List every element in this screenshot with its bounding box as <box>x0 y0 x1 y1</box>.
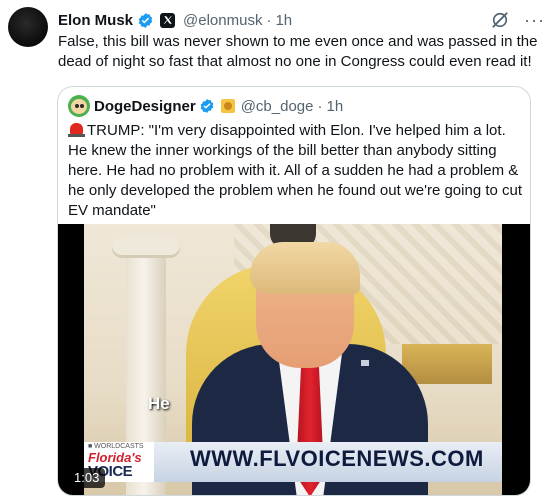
verified-icon <box>138 12 153 28</box>
quote-time[interactable]: 1h <box>326 98 343 115</box>
tweet-text: False, this bill was never shown to me e… <box>58 33 538 70</box>
column-capital <box>112 238 180 258</box>
author-avatar[interactable] <box>8 7 48 47</box>
banner-url: WWW.FLVOICENEWS.COM <box>190 446 484 471</box>
separator-dot: · <box>266 11 272 29</box>
separator-dot: · <box>317 97 323 115</box>
tweet-time[interactable]: 1h <box>275 12 292 29</box>
author-handle[interactable]: @elonmusk <box>183 12 262 29</box>
x-affiliate-icon[interactable] <box>160 12 176 28</box>
speaker-hair <box>250 242 360 294</box>
doge-badge-icon[interactable] <box>220 99 235 113</box>
flag-pin <box>361 360 369 366</box>
quote-author-avatar[interactable] <box>68 95 90 117</box>
siren-icon <box>68 123 85 137</box>
video-player[interactable]: He ■ WORLDCASTS Florida's VOICE WWW.FLVO… <box>58 224 530 495</box>
lower-third-banner: ■ WORLDCASTS Florida's VOICE WWW.FLVOICE… <box>84 442 502 482</box>
quote-text: TRUMP: "I'm very disappointed with Elon.… <box>68 122 523 219</box>
quote-author-handle[interactable]: @cb_doge <box>241 98 314 115</box>
quote-text-block: TRUMP: "I'm very disappointed with Elon.… <box>68 121 524 221</box>
quoted-tweet[interactable]: DogeDesigner @cb_doge · 1h TRUMP: "I'm v… <box>57 86 531 496</box>
verified-icon <box>200 99 214 113</box>
more-icon[interactable]: ··· <box>524 11 545 29</box>
video-caption: He <box>148 394 170 413</box>
quote-author-name[interactable]: DogeDesigner <box>94 98 196 115</box>
author-name[interactable]: Elon Musk <box>58 12 133 29</box>
logo-top-text: ■ WORLDCASTS <box>88 443 144 450</box>
video-timer: 1:03 <box>68 468 106 488</box>
grok-icon[interactable] <box>490 10 510 30</box>
quote-header: DogeDesigner @cb_doge · 1h <box>68 95 343 117</box>
tweet-header: Elon Musk @elonmusk · 1h ··· <box>58 9 545 31</box>
gold-frame <box>402 344 492 384</box>
